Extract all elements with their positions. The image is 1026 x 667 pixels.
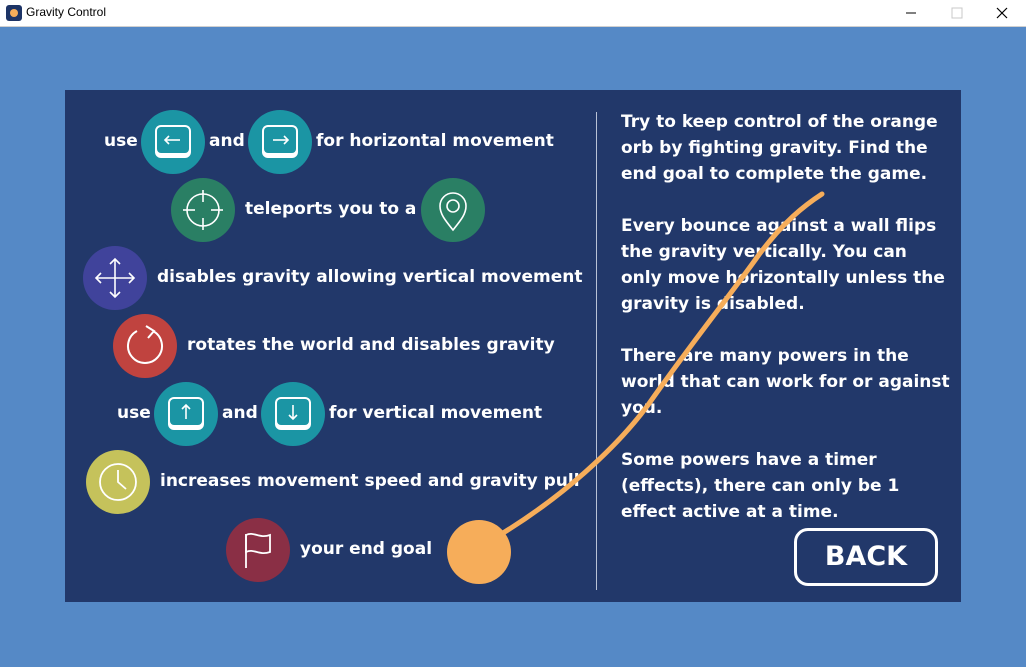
- down-arrow-key-icon: [261, 382, 325, 446]
- move-arrows-icon: [83, 246, 147, 310]
- title-bar: Gravity Control: [0, 0, 1026, 27]
- instruction-paragraph-2: Every bounce against a wall flips the gr…: [621, 216, 945, 314]
- row5-prefix: use: [117, 403, 151, 423]
- app-icon: [6, 5, 22, 21]
- clock-icon: [86, 450, 150, 514]
- minimize-icon[interactable]: [888, 0, 934, 26]
- left-arrow-key-icon: [141, 110, 205, 174]
- row1-and: and: [209, 131, 245, 151]
- row1-suffix: for horizontal movement: [316, 131, 554, 151]
- crosshair-icon: [171, 178, 235, 242]
- row5-and: and: [222, 403, 258, 423]
- row2-text: teleports you to a: [245, 199, 417, 219]
- row4-text: rotates the world and disables gravity: [187, 335, 555, 355]
- location-pin-icon: [421, 178, 485, 242]
- row5-suffix: for vertical movement: [329, 403, 543, 423]
- rotate-icon: [113, 314, 177, 378]
- right-arrow-key-icon: [248, 110, 312, 174]
- close-icon[interactable]: [980, 0, 1026, 26]
- window-title: Gravity Control: [26, 5, 107, 19]
- up-arrow-key-icon: [154, 382, 218, 446]
- row1-prefix: use: [104, 131, 138, 151]
- maximize-icon[interactable]: [934, 0, 980, 26]
- row7-text: your end goal: [300, 539, 433, 559]
- flag-icon: [226, 518, 290, 582]
- row3-text: disables gravity allowing vertical movem…: [157, 267, 583, 287]
- instruction-paragraph-1: Try to keep control of the orange orb by…: [621, 112, 938, 184]
- panel-divider: [596, 112, 597, 590]
- instruction-paragraph-4: Some powers have a timer (effects), ther…: [621, 450, 900, 522]
- back-button[interactable]: BACK: [794, 528, 938, 586]
- row6-text: increases movement speed and gravity pul…: [160, 471, 580, 491]
- instruction-paragraph-3: There are many powers in the world that …: [621, 346, 950, 418]
